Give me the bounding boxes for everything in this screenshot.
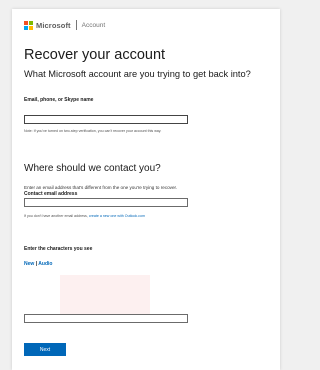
header-divider bbox=[75, 20, 77, 30]
contact-help-text: If you don't have another email address,… bbox=[24, 214, 145, 218]
contact-email-input[interactable] bbox=[24, 198, 188, 207]
create-outlook-link[interactable]: create a new one with Outlook.com bbox=[89, 214, 145, 218]
captcha-image bbox=[60, 275, 150, 315]
contact-help-prefix: If you don't have another email address, bbox=[24, 214, 89, 218]
account-input[interactable] bbox=[24, 115, 188, 124]
captcha-audio-link[interactable]: Audio bbox=[38, 261, 52, 267]
captcha-input[interactable] bbox=[24, 314, 188, 323]
header: Microsoft Account bbox=[24, 20, 105, 30]
brand-name: Microsoft bbox=[36, 20, 71, 30]
page-subtitle: What Microsoft account are you trying to… bbox=[24, 69, 251, 79]
contact-heading: Where should we contact you? bbox=[24, 163, 161, 174]
two-step-note: Note: If you've turned on two-step verif… bbox=[24, 129, 162, 133]
section-name: Account bbox=[81, 21, 106, 29]
next-button[interactable]: Next bbox=[24, 343, 66, 356]
recover-account-card: Microsoft Account Recover your account W… bbox=[12, 9, 280, 370]
captcha-separator: | bbox=[35, 261, 38, 267]
microsoft-logo-icon bbox=[24, 20, 33, 30]
page-title: Recover your account bbox=[24, 47, 166, 63]
captcha-new-link[interactable]: New bbox=[24, 261, 34, 267]
account-field-label: Email, phone, or Skype name bbox=[24, 97, 94, 103]
contact-instruction: Enter an email address that's different … bbox=[24, 185, 178, 190]
captcha-label: Enter the characters you see bbox=[24, 246, 93, 252]
captcha-links: New | Audio bbox=[24, 261, 52, 267]
contact-email-label: Contact email address bbox=[24, 191, 78, 197]
